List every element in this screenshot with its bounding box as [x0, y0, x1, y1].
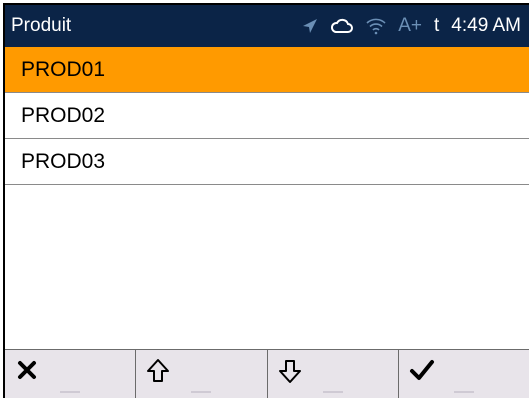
softkey-indicator [453, 391, 474, 393]
cancel-button[interactable] [5, 350, 137, 398]
wifi-icon [366, 17, 386, 35]
list-item[interactable]: PROD03 [5, 139, 529, 185]
checkmark-icon [409, 358, 435, 387]
arrow-down-icon [278, 358, 302, 389]
arrow-up-icon [146, 358, 170, 389]
cloud-icon [330, 17, 354, 35]
status-icons: A+ t 4:49 AM [302, 15, 529, 37]
list-item-label: PROD03 [21, 149, 106, 173]
clock: 4:49 AM [451, 15, 521, 36]
move-down-button[interactable] [268, 350, 399, 398]
list-item-label: PROD01 [21, 57, 106, 81]
softkey-indicator [60, 391, 80, 393]
move-up-button[interactable] [136, 350, 268, 398]
product-list: PROD01 PROD02 PROD03 [5, 47, 529, 185]
softkey-indicator [191, 391, 212, 393]
navigation-icon [302, 18, 318, 34]
accessibility-a-plus-indicator: A+ [398, 15, 422, 36]
close-icon [15, 358, 39, 387]
t-indicator: t [434, 15, 440, 36]
screen-title: Produit [11, 15, 72, 36]
softkey-indicator [322, 391, 343, 393]
app-screen: Produit A+ t 4:49 AM PROD01 PROD02 PROD0… [3, 3, 529, 398]
list-item[interactable]: PROD01 [5, 47, 529, 93]
list-item[interactable]: PROD02 [5, 93, 529, 139]
bottom-toolbar [5, 349, 529, 398]
confirm-button[interactable] [399, 350, 529, 398]
status-bar: Produit A+ t 4:49 AM [5, 5, 529, 47]
list-item-label: PROD02 [21, 103, 106, 127]
